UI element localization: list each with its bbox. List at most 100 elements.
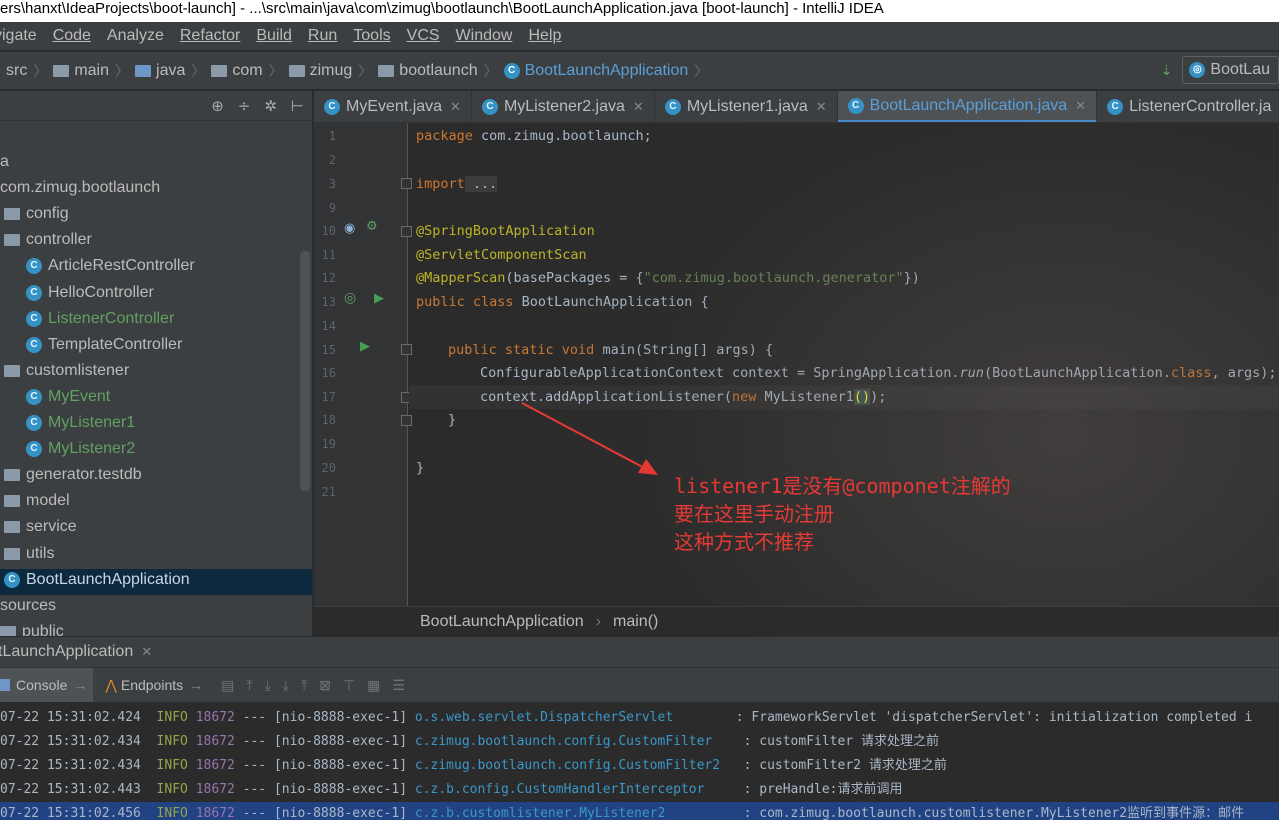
menu-refactor[interactable]: Refactor xyxy=(180,27,240,45)
menu-vcs[interactable]: VCS xyxy=(407,27,440,45)
code-line: } xyxy=(448,412,457,428)
annotation-arrow xyxy=(521,402,658,475)
tree-item[interactable]: C ListenerController xyxy=(26,306,174,332)
crumb-com[interactable]: com xyxy=(211,62,263,80)
step-over-icon[interactable]: ⤓ xyxy=(265,677,271,694)
close-icon[interactable]: ✕ xyxy=(450,99,461,115)
drop-frame-icon[interactable]: ⊠ xyxy=(319,677,331,694)
tree-item[interactable]: com.zimug.bootlaunch xyxy=(0,175,160,201)
tree-item[interactable]: controller xyxy=(4,227,92,253)
fold-icon[interactable] xyxy=(401,226,412,237)
chevron-right-icon: 〉 xyxy=(115,62,130,79)
restore-layout-icon[interactable]: ▤ xyxy=(221,677,234,694)
step-into-icon[interactable]: ⤓ xyxy=(283,677,289,694)
close-icon[interactable]: ✕ xyxy=(816,99,827,115)
trace-icon[interactable]: ☰ xyxy=(392,677,405,694)
crumb-bootlaunch[interactable]: bootlaunch xyxy=(378,62,478,80)
tab-listenercontroller[interactable]: C ListenerController.ja xyxy=(1097,91,1279,122)
log-date: 07-22 15:31:02.443 xyxy=(0,782,141,797)
log-level: INFO xyxy=(156,734,188,749)
menu-help[interactable]: Help xyxy=(528,27,561,45)
locate-icon[interactable]: ⊕ xyxy=(211,97,224,115)
spring-bean-icon[interactable]: ⚙ xyxy=(366,219,378,234)
sort-icon[interactable]: ⇣ xyxy=(1161,62,1173,79)
chevron-right-icon: 〉 xyxy=(694,62,709,79)
tree-item[interactable]: model xyxy=(4,488,70,514)
menu-tools[interactable]: Tools xyxy=(353,27,390,45)
spring-boot-icon[interactable]: ◎ xyxy=(344,290,356,306)
collapse-icon[interactable]: ÷ xyxy=(238,97,251,115)
tree-item[interactable]: generator.testdb xyxy=(4,462,142,488)
close-icon[interactable]: ✕ xyxy=(141,644,152,660)
tree-item-label: public xyxy=(22,622,64,636)
tree-item-label: MyListener2 xyxy=(48,440,136,458)
tree-item[interactable]: C MyListener1 xyxy=(26,410,135,436)
menu-window[interactable]: Window xyxy=(456,27,513,45)
line-number: 19 xyxy=(321,437,336,451)
crumb-zimug[interactable]: zimug xyxy=(288,62,352,80)
endpoints-tab[interactable]: ⋀ Endpoints → xyxy=(105,668,209,702)
tree-scrollbar[interactable] xyxy=(300,251,310,491)
tree-item[interactable]: C MyEvent xyxy=(26,384,110,410)
scroll-top-icon[interactable]: ⤒ xyxy=(246,677,252,694)
console-tab[interactable]: Console → xyxy=(0,668,94,702)
tab-mylistener2[interactable]: C MyListener2.java ✕ xyxy=(472,91,655,122)
tab-myevent[interactable]: C MyEvent.java ✕ xyxy=(314,91,472,122)
tree-item[interactable]: utils xyxy=(4,541,54,567)
breadcrumb-class[interactable]: BootLaunchApplication xyxy=(420,613,584,631)
package-icon xyxy=(4,469,20,482)
crumb-class[interactable]: C BootLaunchApplication xyxy=(503,62,688,80)
project-toolbar: ⊕ ÷ ✲ ⊢ xyxy=(0,91,312,121)
evaluate-icon[interactable]: ▦ xyxy=(367,677,380,694)
class-icon: C xyxy=(26,415,42,431)
log-level: INFO xyxy=(156,782,188,797)
tree-item[interactable]: C BootLaunchApplication xyxy=(4,567,190,593)
tree-item[interactable]: C ArticleRestController xyxy=(26,253,195,279)
tree-item[interactable]: C TemplateController xyxy=(26,332,182,358)
class-icon: C xyxy=(481,99,498,115)
tree-item[interactable]: public xyxy=(0,619,64,636)
tree-item[interactable]: a xyxy=(0,149,9,175)
tab-mylistener1[interactable]: C MyListener1.java ✕ xyxy=(655,91,838,122)
menu-build[interactable]: Build xyxy=(256,27,292,45)
hide-icon[interactable]: ⊢ xyxy=(291,97,304,115)
spring-boot-icon: ◎ xyxy=(1189,62,1206,78)
run-to-cursor-icon[interactable]: ⊤ xyxy=(343,677,355,694)
menu-navigate[interactable]: vigate xyxy=(0,27,37,45)
gear-icon[interactable]: ✲ xyxy=(264,97,277,115)
crumb-java[interactable]: java xyxy=(135,62,185,80)
tree-item[interactable]: C MyListener2 xyxy=(26,436,135,462)
menu-run[interactable]: Run xyxy=(308,27,337,45)
close-icon[interactable]: ✕ xyxy=(1075,98,1086,114)
crumb-main[interactable]: main xyxy=(53,62,109,80)
menu-code[interactable]: Code xyxy=(53,27,91,45)
tree-item[interactable]: C HelloController xyxy=(26,280,154,306)
fold-icon[interactable] xyxy=(401,415,412,426)
step-out-icon[interactable]: ⤒ xyxy=(301,677,307,694)
tree-item[interactable]: config xyxy=(4,201,69,227)
line-number: 10 xyxy=(321,224,336,238)
log-pid: 18672 xyxy=(195,758,235,773)
run-config-select[interactable]: ◎ BootLau xyxy=(1182,56,1279,84)
class-icon: C xyxy=(26,388,42,405)
log-sep: --- xyxy=(242,782,267,797)
bean-search-icon[interactable]: ◉ xyxy=(344,221,355,236)
fold-icon[interactable] xyxy=(401,178,412,189)
menu-analyze[interactable]: Analyze xyxy=(107,27,164,45)
tree-item[interactable]: sources xyxy=(0,593,56,619)
tab-bootlaunchapplication[interactable]: C BootLaunchApplication.java ✕ xyxy=(837,91,1098,122)
chevron-right-icon: 〉 xyxy=(483,62,498,79)
tree-item[interactable]: service xyxy=(4,514,77,540)
run-tab[interactable]: tLaunchApplication xyxy=(0,643,133,661)
breadcrumb-method[interactable]: main() xyxy=(613,613,658,631)
crumb-src[interactable]: src xyxy=(6,62,27,80)
run-icon[interactable]: ▶ xyxy=(360,339,370,354)
run-icon[interactable]: ▶ xyxy=(374,291,384,306)
log-sep: --- xyxy=(242,758,267,773)
fold-icon[interactable] xyxy=(401,344,412,355)
close-icon[interactable]: ✕ xyxy=(633,99,644,115)
line-number: 12 xyxy=(321,271,336,285)
tree-item[interactable]: customlistener xyxy=(4,358,129,384)
folder-icon xyxy=(211,64,228,77)
console-output[interactable]: 07-22 15:31:02.424 INFO 18672 --- [nio-8… xyxy=(0,702,1279,820)
